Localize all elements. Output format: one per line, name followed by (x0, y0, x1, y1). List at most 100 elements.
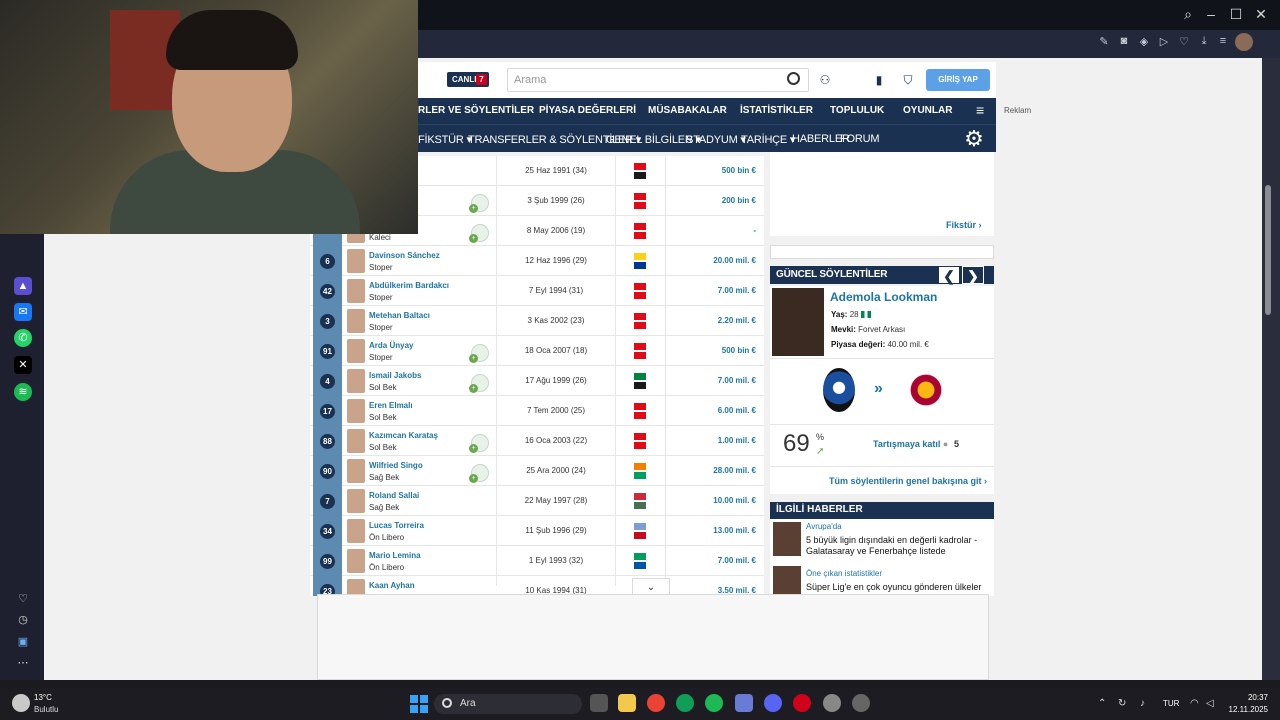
weather-icon[interactable] (12, 694, 30, 712)
app-icon[interactable] (735, 694, 753, 712)
table-row[interactable]: 17 Eren Elmalı Sol Bek 7 Tem 2000 (25) 6.00 … (310, 396, 764, 426)
subnav-stadium[interactable]: STADYUM ▾ (686, 133, 746, 146)
menu-icon[interactable]: ≡ (1215, 35, 1231, 47)
nav-transfers[interactable]: RLER VE SÖYLENTİLER (418, 105, 534, 116)
subnav-fixture[interactable]: FİKSTÜR ▾ (418, 133, 472, 146)
taskbar-search[interactable]: Ara (434, 694, 582, 714)
chevron-up-icon[interactable]: ⌃ (1098, 698, 1106, 709)
rumor-player-name[interactable]: Ademola Lookman (830, 290, 937, 304)
season-select[interactable] (770, 245, 994, 259)
edit-icon[interactable]: ✎ (1096, 35, 1112, 48)
news-headline[interactable]: 5 büyük ligin dışındaki en değerli kadro… (806, 535, 986, 557)
chrome-icon[interactable] (647, 694, 665, 712)
market-value[interactable]: 7.00 mil. € (666, 286, 756, 295)
table-row[interactable]: 42 Abdülkerim Bardakcı Stoper 7 Eyl 1994 (3… (310, 276, 764, 306)
discord-icon[interactable] (764, 694, 782, 712)
market-value[interactable]: 500 bin € (666, 346, 756, 355)
x-icon[interactable]: ✕ (14, 356, 32, 374)
all-rumors-link[interactable]: Tüm söylentilerin genel bakışına git › (829, 476, 987, 486)
language-indicator[interactable]: TUR (1163, 699, 1179, 708)
prev-rumor-button[interactable]: ❮ (938, 266, 960, 284)
player-name[interactable]: Roland Sallai (369, 491, 419, 500)
previous-club-icon[interactable]: + (469, 464, 489, 483)
market-value[interactable]: 500 bin € (666, 166, 756, 175)
heart-icon[interactable]: ♡ (1176, 35, 1192, 48)
messenger-icon[interactable]: ✉ (14, 303, 32, 321)
market-value[interactable]: - (666, 226, 756, 235)
clock-date[interactable]: 12.11.2025 (1220, 705, 1268, 714)
previous-club-icon[interactable]: + (469, 374, 489, 393)
subnav-history[interactable]: TARİHÇE ▾ (741, 133, 795, 146)
profile-avatar[interactable] (1235, 33, 1253, 51)
app-icon[interactable] (852, 694, 870, 712)
previous-club-icon[interactable]: + (469, 434, 489, 453)
login-button[interactable]: GİRİŞ YAP (926, 69, 990, 91)
player-photo[interactable] (347, 549, 365, 573)
nav-competitions[interactable]: MÜSABAKALAR (648, 105, 727, 116)
table-row[interactable]: 3 Metehan Baltacı Stoper 3 Kas 2002 (23) 2.2… (310, 306, 764, 336)
heart-icon[interactable]: ♡ (14, 590, 32, 608)
nav-community[interactable]: TOPLULUK (830, 105, 884, 116)
maximize-icon[interactable]: ☐ (1226, 6, 1246, 23)
player-name[interactable]: Davinson Sánchez (369, 251, 440, 260)
market-value[interactable]: 10.00 mil. € (666, 496, 756, 505)
shield-check-icon[interactable]: ◈ (1136, 35, 1152, 48)
weather-temperature[interactable]: 13°C (34, 693, 52, 702)
market-value[interactable]: 2.20 mil. € (666, 316, 756, 325)
atalanta-logo-icon[interactable] (823, 368, 855, 412)
player-name[interactable]: Abdülkerim Bardakcı (369, 281, 449, 290)
hamburger-icon[interactable]: ≡ (976, 102, 984, 118)
sync-icon[interactable]: ↻ (1118, 698, 1126, 709)
task-view-icon[interactable] (590, 694, 608, 712)
previous-club-icon[interactable]: + (469, 344, 489, 363)
player-name[interactable]: Arda Ünyay (369, 341, 413, 350)
table-row[interactable]: 23 Kaan Ayhan 10 Kas 1994 (31) 3.50 mil. € (310, 576, 764, 596)
whatsapp-icon[interactable]: ✆ (14, 329, 32, 347)
opera-icon[interactable] (793, 694, 811, 712)
live-badge[interactable]: CANLI 7 (447, 72, 489, 87)
player-name[interactable]: Kazımcan Karataş (369, 431, 438, 440)
history-icon[interactable]: ◷ (14, 611, 32, 629)
player-photo[interactable] (347, 249, 365, 273)
player-photo[interactable] (347, 279, 365, 303)
table-row[interactable]: 34 Lucas Torreira Ön Libero 11 Şub 1996 (29… (310, 516, 764, 546)
search-icon[interactable] (787, 72, 800, 85)
player-photo[interactable] (347, 489, 365, 513)
player-photo[interactable] (347, 309, 365, 333)
volume-icon[interactable]: ◁ (1206, 698, 1214, 709)
weather-condition[interactable]: Bulutlu (34, 705, 58, 714)
user-search-icon[interactable]: ⚇ (817, 72, 833, 88)
market-value[interactable]: 13.00 mil. € (666, 526, 756, 535)
player-photo[interactable] (772, 288, 824, 356)
market-value[interactable]: 20.00 mil. € (666, 256, 756, 265)
microphone-icon[interactable]: ♪ (1140, 698, 1145, 709)
player-photo[interactable] (347, 429, 365, 453)
nav-statistics[interactable]: İSTATİSTİKLER (740, 105, 813, 116)
nav-market-values[interactable]: PİYASA DEĞERLERİ (539, 105, 636, 116)
download-icon[interactable]: ⤓ (1196, 35, 1212, 48)
player-photo[interactable] (347, 339, 365, 363)
table-row[interactable]: 99 Mario Lemina Ön Libero 1 Eyl 1993 (32) 7.… (310, 546, 764, 576)
search-input[interactable]: Arama (507, 68, 809, 92)
aria-icon[interactable]: ▲ (14, 277, 32, 295)
player-photo[interactable] (347, 519, 365, 543)
player-photo[interactable] (347, 399, 365, 423)
table-row[interactable]: 88 Kazımcan Karataş Sol Bek +16 Oca 2003 (2… (310, 426, 764, 456)
market-value[interactable]: 28.00 mil. € (666, 466, 756, 475)
page-scrollbar[interactable] (1262, 58, 1280, 680)
bookmark-icon[interactable]: ▮ (871, 72, 887, 88)
table-row[interactable]: 90 Wilfried Singo Sağ Bek +25 Ara 2000 (24)… (310, 456, 764, 486)
player-name[interactable]: Metehan Baltacı (369, 311, 430, 320)
nav-games[interactable]: OYUNLAR (903, 105, 952, 116)
play-icon[interactable]: ▷ (1156, 35, 1172, 48)
news-thumbnail[interactable] (773, 566, 801, 596)
clock-time[interactable]: 20:37 (1228, 693, 1268, 702)
previous-club-icon[interactable]: + (469, 194, 489, 213)
player-name[interactable]: Mario Lemina (369, 551, 421, 560)
wallet-icon[interactable]: ▣ (14, 633, 32, 651)
table-row[interactable]: 91 Arda Ünyay Stoper +18 Oca 2007 (18) 500 b… (310, 336, 764, 366)
obs-icon[interactable] (823, 694, 841, 712)
fixture-link[interactable]: Fikstür › (946, 220, 982, 230)
player-name[interactable]: Kaan Ayhan (369, 581, 415, 590)
player-name[interactable]: Lucas Torreira (369, 521, 424, 530)
